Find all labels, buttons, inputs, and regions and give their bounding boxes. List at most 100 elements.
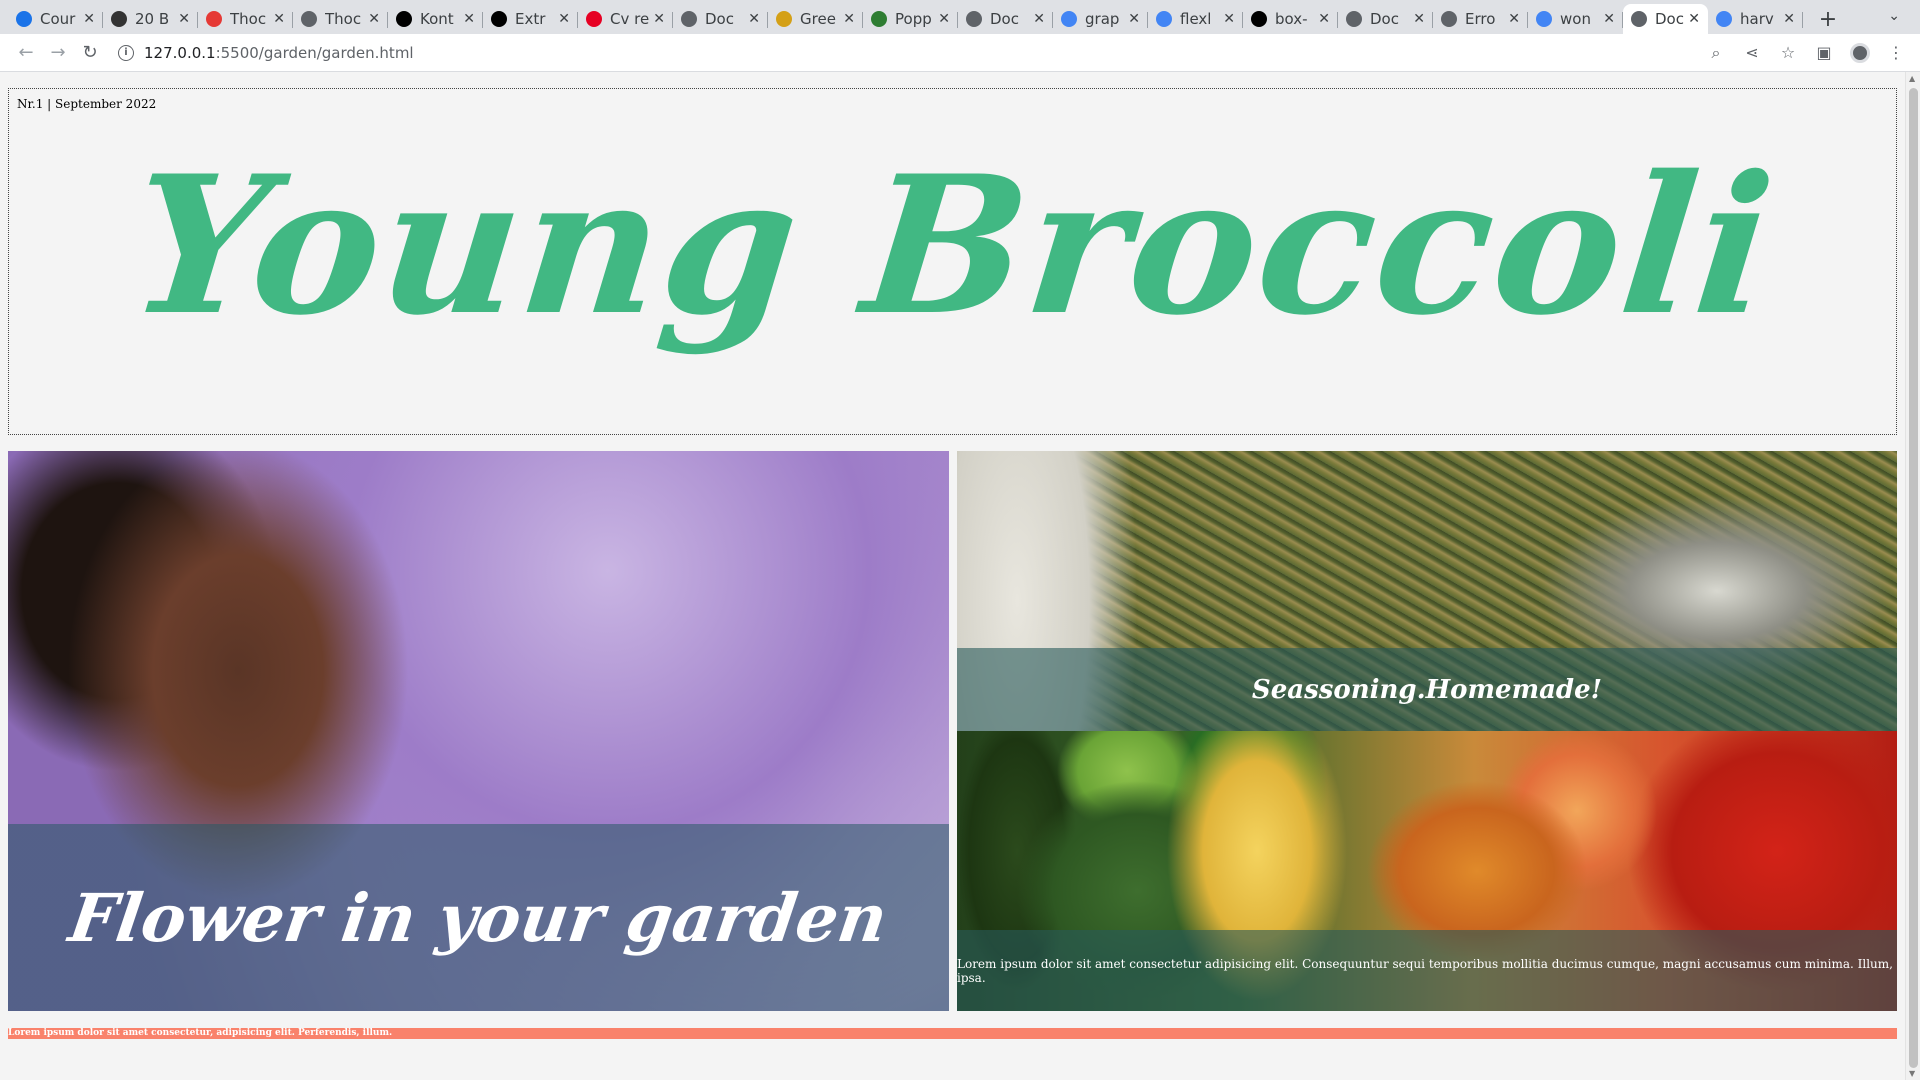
close-tab-icon[interactable]: ✕	[1128, 11, 1140, 27]
footer-text: Lorem ipsum dolor sit amet consectetur, …	[8, 1028, 393, 1038]
plus-circle-icon	[206, 11, 222, 27]
side-panel-icon[interactable]: ▣	[1810, 39, 1838, 67]
browser-tab[interactable]: Popp ✕	[863, 4, 958, 34]
close-tab-icon[interactable]: ✕	[368, 11, 380, 27]
flower-card-title: Flower in your garden	[64, 878, 893, 957]
close-tab-icon[interactable]: ✕	[178, 11, 190, 27]
close-tab-icon[interactable]: ✕	[1688, 11, 1700, 27]
scroll-down-icon[interactable]: ▼	[1909, 1069, 1915, 1078]
browser-tab[interactable]: box- ✕	[1243, 4, 1338, 34]
url-path: :5500/garden/garden.html	[215, 43, 414, 62]
google-icon	[1536, 11, 1552, 27]
close-tab-icon[interactable]: ✕	[1413, 11, 1425, 27]
site-info-icon[interactable]: i	[118, 44, 134, 61]
tab-title: box-	[1275, 10, 1308, 28]
page-header: Nr.1 | September 2022 Young Broccoli	[8, 88, 1897, 435]
flower-card-image: Flower in your garden	[8, 451, 949, 1011]
grid-icon	[16, 11, 32, 27]
browser-tab[interactable]: grap ✕	[1053, 4, 1148, 34]
profile-avatar[interactable]	[1846, 39, 1874, 67]
browser-tab[interactable]: Thoc ✕	[198, 4, 293, 34]
medium-icon	[1251, 11, 1267, 27]
scrollbar-thumb[interactable]	[1909, 88, 1918, 1068]
tab-strip: Cour ✕ 20 B ✕ Thoc ✕ Thoc ✕ Kont ✕ Extr ✕ Cv re ✕ Doc ✕…	[0, 0, 1920, 34]
person-icon	[776, 11, 792, 27]
close-tab-icon[interactable]: ✕	[653, 11, 665, 27]
tab-search-icon[interactable]: ⌄	[1888, 8, 1900, 24]
reload-button[interactable]: ↻	[74, 37, 106, 69]
tab-title: Popp	[895, 10, 932, 28]
book-icon	[491, 11, 507, 27]
herbs-card-title: Seassoning.Homemade!	[1251, 674, 1603, 705]
browser-tab[interactable]: 20 B ✕	[103, 4, 198, 34]
close-tab-icon[interactable]: ✕	[273, 11, 285, 27]
browser-tab[interactable]: Gree ✕	[768, 4, 863, 34]
kebab-menu-icon[interactable]: ⋮	[1882, 39, 1910, 67]
tab-title: grap	[1085, 10, 1120, 28]
zoom-icon[interactable]: ⌕	[1702, 39, 1730, 67]
tab-title: won	[1560, 10, 1591, 28]
tab-title: Doc	[705, 10, 734, 28]
vegetables-card-text: Lorem ipsum dolor sit amet consectetur a…	[957, 956, 1893, 985]
globe-icon	[1346, 11, 1362, 27]
browser-tab[interactable]: Cv re ✕	[578, 4, 673, 34]
google-icon	[1061, 11, 1077, 27]
browser-tab[interactable]: Doc ✕	[1623, 4, 1708, 34]
globe-icon	[301, 11, 317, 27]
back-button[interactable]: ←	[10, 37, 42, 69]
tab-title: Doc	[1370, 10, 1399, 28]
google-icon	[1716, 11, 1732, 27]
browser-tab[interactable]: Doc ✕	[673, 4, 768, 34]
tab-title: 20 B	[135, 10, 170, 28]
browser-tab[interactable]: Doc ✕	[1338, 4, 1433, 34]
browser-tab[interactable]: won ✕	[1528, 4, 1623, 34]
browser-tab[interactable]: flexl ✕	[1148, 4, 1243, 34]
share-icon[interactable]: ⋖	[1738, 39, 1766, 67]
vertical-scrollbar[interactable]: ▲ ▼	[1905, 72, 1920, 1080]
close-tab-icon[interactable]: ✕	[1033, 11, 1045, 27]
browser-tab[interactable]: Extr ✕	[483, 4, 578, 34]
close-tab-icon[interactable]: ✕	[558, 11, 570, 27]
herbs-card-overlay: Seassoning.Homemade!	[957, 648, 1897, 731]
tab-title: Doc	[1655, 10, 1684, 28]
flower-card-overlay: Flower in your garden	[8, 824, 949, 1011]
close-tab-icon[interactable]: ✕	[1603, 11, 1615, 27]
tab-title: Cv re	[610, 10, 650, 28]
mb-icon	[396, 11, 412, 27]
address-bar[interactable]: i 127.0.0.1:5500/garden/garden.html	[118, 38, 1702, 68]
tab-title: Gree	[800, 10, 836, 28]
tab-title: flexl	[1180, 10, 1212, 28]
tab-title: Thoc	[325, 10, 362, 28]
scroll-up-icon[interactable]: ▲	[1909, 74, 1915, 83]
close-tab-icon[interactable]: ✕	[1508, 11, 1520, 27]
close-tab-icon[interactable]: ✕	[463, 11, 475, 27]
globe-icon	[1631, 11, 1647, 27]
browser-tab[interactable]: Erro ✕	[1433, 4, 1528, 34]
tab-title: Thoc	[230, 10, 267, 28]
tab-list: Cour ✕ 20 B ✕ Thoc ✕ Thoc ✕ Kont ✕ Extr ✕ Cv re ✕ Doc ✕…	[8, 4, 1803, 34]
browser-tab[interactable]: harv ✕	[1708, 4, 1803, 34]
tab-title: Erro	[1465, 10, 1496, 28]
close-tab-icon[interactable]: ✕	[843, 11, 855, 27]
browser-tab[interactable]: Kont ✕	[388, 4, 483, 34]
browser-tab[interactable]: Cour ✕	[8, 4, 103, 34]
browser-tab[interactable]: Doc ✕	[958, 4, 1053, 34]
close-tab-icon[interactable]: ✕	[938, 11, 950, 27]
close-tab-icon[interactable]: ✕	[1783, 11, 1795, 27]
globe-icon	[966, 11, 982, 27]
tab-title: Kont	[420, 10, 454, 28]
close-tab-icon[interactable]: ✕	[83, 11, 95, 27]
close-tab-icon[interactable]: ✕	[748, 11, 760, 27]
issue-info: Nr.1 | September 2022	[17, 97, 157, 111]
page-footer: Lorem ipsum dolor sit amet consectetur, …	[8, 1028, 1897, 1039]
close-tab-icon[interactable]: ✕	[1223, 11, 1235, 27]
tab-title: Cour	[40, 10, 76, 28]
browser-tab[interactable]: Thoc ✕	[293, 4, 388, 34]
forward-button[interactable]: →	[42, 37, 74, 69]
close-tab-icon[interactable]: ✕	[1318, 11, 1330, 27]
bookmark-star-icon[interactable]: ☆	[1774, 39, 1802, 67]
browser-toolbar: ← → ↻ i 127.0.0.1:5500/garden/garden.htm…	[0, 34, 1920, 72]
new-tab-button[interactable]: +	[1813, 4, 1843, 34]
vegetables-card-overlay: Lorem ipsum dolor sit amet consectetur a…	[957, 930, 1897, 1011]
url-host: 127.0.0.1	[144, 43, 216, 62]
